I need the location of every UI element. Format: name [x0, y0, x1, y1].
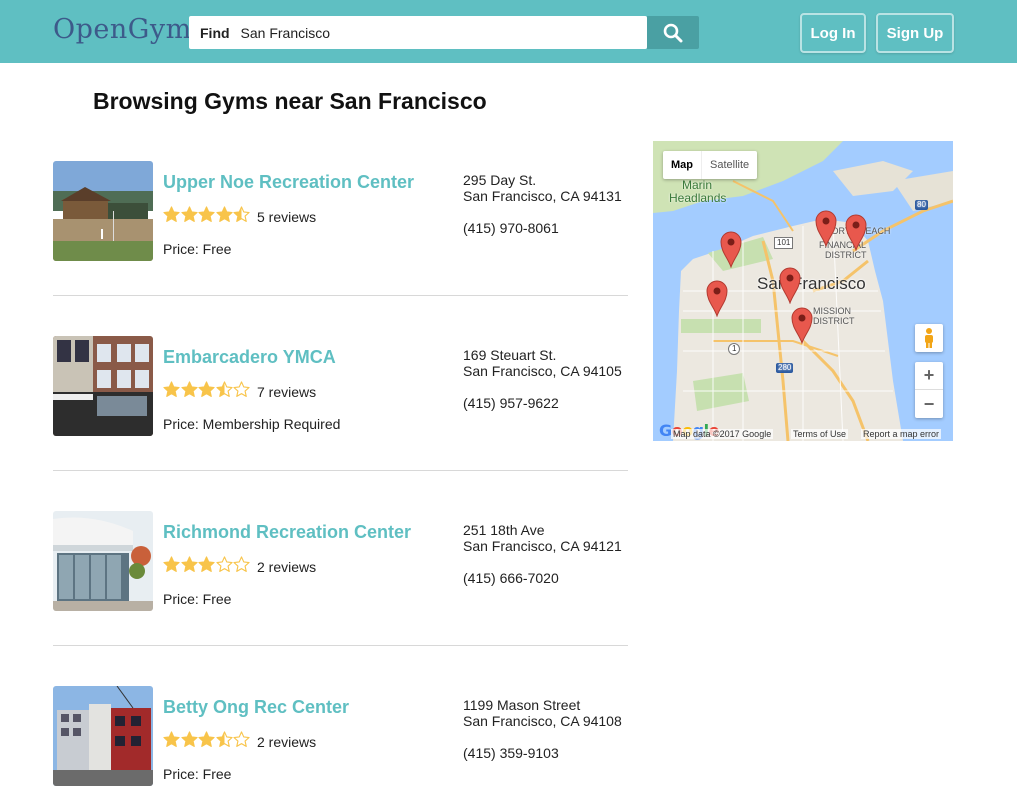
address-city: San Francisco, CA 94108 [463, 713, 622, 729]
star-icon [233, 556, 250, 572]
review-count[interactable]: 5 reviews [257, 209, 316, 225]
map-type-map-button[interactable]: Map [663, 151, 701, 179]
find-label: Find [200, 24, 230, 41]
map-widget[interactable]: Marin Headlands NORTH BEACH FINANCIAL DI… [653, 141, 953, 441]
phone-number: (415) 666-7020 [463, 570, 559, 586]
search-box[interactable]: Find [189, 16, 647, 49]
divider [53, 470, 628, 471]
address-street: 295 Day St. [463, 172, 537, 188]
search-input[interactable] [240, 24, 621, 41]
map-marker-icon[interactable] [706, 279, 728, 317]
result-item: Betty Ong Rec Center 2 reviews Price: Fr… [53, 686, 628, 786]
map-data-attribution: Map data ©2017 Google [671, 429, 774, 439]
divider [53, 645, 628, 646]
price-label: Price: Free [163, 241, 232, 257]
gym-name-link[interactable]: Upper Noe Recreation Center [163, 172, 414, 193]
highway-80-shield: 80 [915, 200, 928, 210]
map-type-toggle: Map Satellite [663, 151, 758, 179]
gym-name-link[interactable]: Betty Ong Rec Center [163, 697, 349, 718]
star-icon [163, 731, 180, 747]
gym-photo[interactable] [53, 511, 153, 611]
map-label-mission-district: DISTRICT [813, 316, 855, 326]
star-rating [163, 381, 251, 398]
result-item: Richmond Recreation Center 2 reviews Pri… [53, 511, 628, 611]
address-city: San Francisco, CA 94121 [463, 538, 622, 554]
star-icon [215, 731, 233, 747]
star-icon [233, 731, 250, 747]
star-icon [215, 556, 233, 572]
map-type-satellite-button[interactable]: Satellite [701, 151, 757, 179]
star-icon [180, 731, 198, 747]
address-city: San Francisco, CA 94105 [463, 363, 622, 379]
star-icon [163, 206, 180, 222]
map-marker-icon[interactable] [779, 266, 801, 304]
map-marker-icon[interactable] [815, 209, 837, 247]
gym-photo[interactable] [53, 686, 153, 786]
report-map-error-link[interactable]: Report a map error [861, 429, 942, 439]
zoom-control: + − [915, 362, 943, 418]
review-count[interactable]: 2 reviews [257, 734, 316, 750]
phone-number: (415) 957-9622 [463, 395, 559, 411]
star-icon [180, 381, 198, 397]
signup-button[interactable]: Sign Up [876, 13, 954, 53]
review-count[interactable]: 2 reviews [257, 559, 316, 575]
highway-280-shield: 280 [776, 363, 794, 373]
gym-name-link[interactable]: Embarcadero YMCA [163, 347, 336, 368]
phone-number: (415) 970-8061 [463, 220, 559, 236]
result-item: Upper Noe Recreation Center 5 reviews Pr… [53, 161, 628, 261]
star-icon [180, 206, 198, 222]
gym-photo[interactable] [53, 161, 153, 261]
star-icon [198, 381, 215, 397]
result-item: Embarcadero YMCA 7 reviews Price: Member… [53, 336, 628, 436]
login-button[interactable]: Log In [800, 13, 866, 53]
star-icon [233, 381, 250, 397]
price-label: Price: Membership Required [163, 416, 341, 432]
star-rating [163, 556, 251, 573]
address-street: 1199 Mason Street [463, 697, 581, 713]
map-marker-icon[interactable] [720, 230, 742, 268]
review-count[interactable]: 7 reviews [257, 384, 316, 400]
price-label: Price: Free [163, 591, 232, 607]
address-street: 251 18th Ave [463, 522, 545, 538]
star-rating [163, 731, 251, 748]
price-label: Price: Free [163, 766, 232, 782]
zoom-in-button[interactable]: + [915, 362, 943, 390]
phone-number: (415) 359-9103 [463, 745, 559, 761]
highway-101-shield: 101 [774, 237, 794, 249]
street-view-pegman[interactable] [915, 324, 943, 352]
map-marker-icon[interactable] [791, 306, 813, 344]
map-marker-icon[interactable] [845, 213, 867, 251]
map-label-mission: MISSION [813, 306, 852, 316]
star-icon [163, 381, 180, 397]
map-city-label: San Francisco [757, 274, 866, 293]
star-rating [163, 206, 251, 223]
star-icon [215, 381, 233, 397]
map-footer: Map data ©2017 Google Terms of Use Repor… [653, 428, 953, 441]
page-title: Browsing Gyms near San Francisco [93, 88, 487, 114]
star-icon [233, 206, 250, 222]
star-icon [198, 206, 215, 222]
search-button[interactable] [647, 16, 699, 49]
opengym-logo[interactable]: OpenGym [53, 14, 192, 45]
map-label-district: DISTRICT [825, 250, 867, 260]
star-icon [198, 731, 215, 747]
divider [53, 295, 628, 296]
address-city: San Francisco, CA 94131 [463, 188, 622, 204]
search-icon [663, 23, 683, 42]
star-icon [215, 206, 233, 222]
top-nav-bar: OpenGym Find Log In Sign Up [0, 0, 1017, 63]
terms-of-use-link[interactable]: Terms of Use [791, 429, 849, 439]
address-street: 169 Steuart St. [463, 347, 557, 363]
gym-photo[interactable] [53, 336, 153, 436]
pegman-icon [925, 328, 933, 348]
zoom-out-button[interactable]: − [915, 390, 943, 418]
star-icon [180, 556, 198, 572]
star-icon [198, 556, 215, 572]
star-icon [163, 556, 180, 572]
gym-name-link[interactable]: Richmond Recreation Center [163, 522, 411, 543]
map-label-headlands: Headlands [669, 191, 727, 205]
